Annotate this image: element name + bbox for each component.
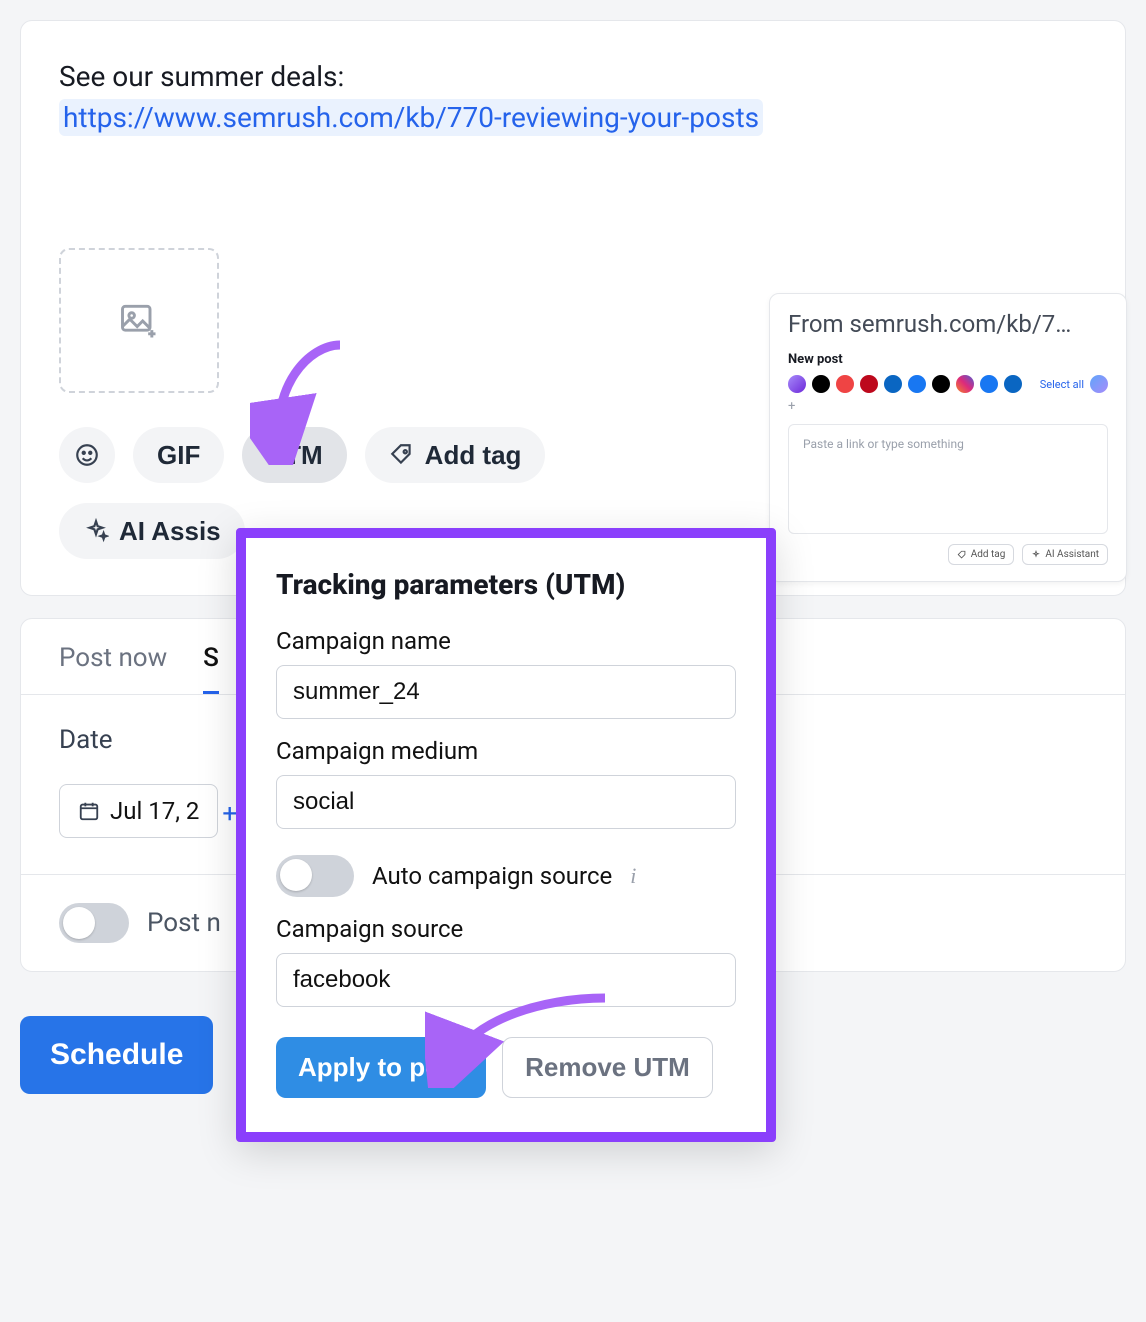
preview-new-post-label: New post bbox=[788, 352, 1108, 367]
utm-popover: Tracking parameters (UTM) Campaign name … bbox=[236, 528, 776, 1142]
account-avatar[interactable] bbox=[1004, 375, 1022, 393]
mini-add-tag-label: Add tag bbox=[971, 549, 1006, 560]
utm-button[interactable]: UTM bbox=[242, 427, 346, 483]
account-avatar[interactable] bbox=[860, 375, 878, 393]
compose-card: See our summer deals: https://www.semrus… bbox=[20, 20, 1126, 596]
account-avatar[interactable] bbox=[812, 375, 830, 393]
link-preview-panel: From semrush.com/kb/7… New post Select a… bbox=[769, 293, 1127, 582]
account-avatar[interactable] bbox=[788, 375, 806, 393]
campaign-source-input[interactable] bbox=[276, 953, 736, 1007]
campaign-source-label: Campaign source bbox=[276, 915, 736, 943]
auto-source-label: Auto campaign source bbox=[372, 862, 612, 890]
preview-from-label: From semrush.com/kb/7… bbox=[788, 310, 1108, 338]
add-tag-label: Add tag bbox=[425, 440, 522, 471]
post-more-label: Post n bbox=[147, 908, 221, 938]
compose-link[interactable]: https://www.semrush.com/kb/770-reviewing… bbox=[59, 99, 763, 136]
mini-compose-area[interactable]: Paste a link or type something bbox=[788, 424, 1108, 534]
mini-ai-button[interactable]: AI Assistant bbox=[1022, 544, 1108, 565]
compose-plain-text: See our summer deals: bbox=[59, 60, 344, 93]
account-selector-row[interactable]: Select all + bbox=[788, 375, 1108, 414]
account-avatar[interactable] bbox=[908, 375, 926, 393]
account-avatar[interactable] bbox=[956, 375, 974, 393]
image-add-icon bbox=[117, 299, 161, 343]
info-icon[interactable]: i bbox=[630, 863, 636, 889]
calendar-icon bbox=[78, 800, 100, 822]
sparkle-icon bbox=[1031, 550, 1041, 560]
emoji-button[interactable] bbox=[59, 427, 115, 483]
ai-assistant-label: AI Assis bbox=[119, 516, 221, 547]
mini-ai-label: AI Assistant bbox=[1045, 549, 1099, 560]
post-more-toggle[interactable] bbox=[59, 903, 129, 943]
account-avatar[interactable] bbox=[980, 375, 998, 393]
account-avatar[interactable] bbox=[1090, 375, 1108, 393]
gif-button[interactable]: GIF bbox=[133, 427, 224, 483]
tag-icon bbox=[957, 550, 967, 560]
compose-text[interactable]: See our summer deals: https://www.semrus… bbox=[59, 57, 1087, 138]
auto-source-toggle[interactable] bbox=[276, 855, 354, 897]
campaign-medium-input[interactable] bbox=[276, 775, 736, 829]
smile-icon bbox=[74, 442, 100, 468]
campaign-name-input[interactable] bbox=[276, 665, 736, 719]
tab-schedule[interactable]: S bbox=[203, 643, 219, 694]
tag-icon bbox=[389, 442, 415, 468]
campaign-name-label: Campaign name bbox=[276, 627, 736, 655]
mini-add-tag-button[interactable]: Add tag bbox=[948, 544, 1015, 565]
ai-assistant-button[interactable]: AI Assis bbox=[59, 503, 245, 559]
select-all-link[interactable]: Select all bbox=[1040, 378, 1084, 391]
tab-post-now[interactable]: Post now bbox=[59, 643, 167, 694]
schedule-button[interactable]: Schedule bbox=[20, 1016, 213, 1094]
campaign-medium-label: Campaign medium bbox=[276, 737, 736, 765]
plus-icon: + bbox=[222, 799, 237, 829]
date-picker[interactable]: Jul 17, 2 bbox=[59, 784, 218, 838]
utm-popover-title: Tracking parameters (UTM) bbox=[276, 568, 736, 601]
sparkle-icon bbox=[83, 518, 109, 544]
account-avatar[interactable] bbox=[884, 375, 902, 393]
remove-utm-button[interactable]: Remove UTM bbox=[502, 1037, 713, 1098]
add-media-dropzone[interactable] bbox=[59, 248, 219, 393]
apply-utm-button[interactable]: Apply to post bbox=[276, 1037, 486, 1098]
account-avatar[interactable] bbox=[932, 375, 950, 393]
add-account-button[interactable]: + bbox=[788, 399, 795, 414]
add-tag-button[interactable]: Add tag bbox=[365, 427, 546, 483]
date-value: Jul 17, 2 bbox=[110, 797, 199, 825]
account-avatar[interactable] bbox=[836, 375, 854, 393]
